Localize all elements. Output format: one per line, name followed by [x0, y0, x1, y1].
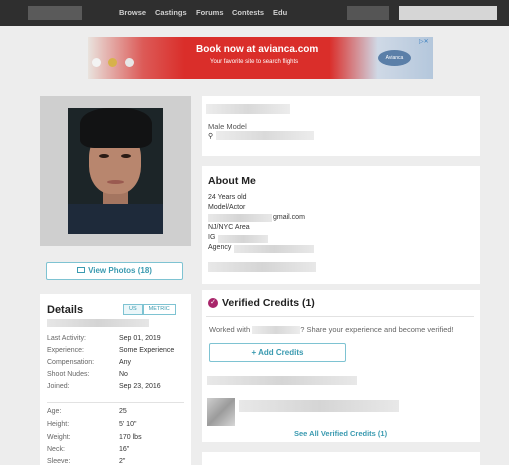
unit-metric-button[interactable]: METRIC: [142, 304, 176, 315]
profile-name-redacted: [206, 104, 290, 114]
view-photos-button[interactable]: View Photos (18): [46, 262, 183, 280]
stat-row: Height: 5' 10": [47, 421, 137, 428]
profile-role: Male Model: [208, 122, 247, 131]
nav-browse[interactable]: Browse: [119, 0, 146, 26]
stat-row: Sleeve: 2": [47, 458, 126, 465]
nav-account-icon[interactable]: [347, 6, 389, 20]
view-photos-label: View Photos (18): [88, 266, 152, 275]
nav-edu[interactable]: Edu: [273, 0, 287, 26]
check-badge-icon: ✓: [208, 298, 218, 308]
detail-row: Experience: Some Experience: [47, 347, 175, 354]
credit-thumbnail[interactable]: [207, 398, 235, 426]
details-title: Details: [47, 304, 84, 316]
about-occupation: Model/Actor: [208, 204, 246, 211]
ad-logo-icon: [108, 58, 118, 67]
ad-banner[interactable]: Book now at avianca.com Your favorite si…: [88, 37, 433, 79]
ad-choices-icon[interactable]: ▷✕: [419, 38, 429, 45]
nav-search-input[interactable]: [399, 6, 497, 20]
ad-subline: Your favorite site to search flights: [210, 59, 299, 65]
redacted-ig: [218, 235, 268, 243]
redacted-credit-title: [239, 400, 399, 412]
redacted-credit: [207, 376, 357, 385]
about-title: About Me: [208, 175, 256, 187]
stat-row: Weight: 170 lbs: [47, 434, 142, 441]
divider: [206, 316, 474, 317]
ad-logo-icon: [124, 58, 134, 67]
profile-photo[interactable]: [68, 108, 163, 234]
nav-contests[interactable]: Contests: [232, 0, 264, 26]
map-pin-icon: ⚲: [208, 133, 214, 140]
ad-brand-badge: Avianca: [378, 50, 411, 66]
add-credits-button[interactable]: + Add Credits: [209, 343, 346, 362]
detail-row: Last Activity: Sep 01, 2019: [47, 335, 161, 342]
ad-logos: [92, 54, 137, 72]
details-card: Details US METRIC Last Activity: Sep 01,…: [40, 294, 191, 465]
ad-logo-icon: [92, 58, 101, 67]
nav-castings[interactable]: Castings: [155, 0, 187, 26]
see-all-credits-link[interactable]: See All Verified Credits (1): [294, 429, 387, 438]
top-nav: Browse Castings Forums Contests Edu: [0, 0, 509, 26]
profile-location-redacted: [216, 131, 314, 140]
detail-row: Compensation: Any: [47, 359, 132, 366]
redacted-text: [47, 319, 149, 327]
credits-prompt: Worked with ? Share your experience and …: [209, 325, 454, 335]
redacted-agency: [234, 245, 314, 253]
redacted-email: [208, 214, 272, 222]
detail-row: Shoot Nudes: No: [47, 371, 128, 378]
next-card: [202, 452, 480, 465]
divider: [47, 402, 184, 403]
credits-title: Verified Credits (1): [222, 297, 315, 309]
nav-forums[interactable]: Forums: [196, 0, 224, 26]
unit-us-button[interactable]: US: [123, 304, 143, 315]
about-email-domain: gmail.com: [273, 214, 305, 221]
about-ig: IG: [208, 234, 216, 241]
site-logo[interactable]: [28, 6, 82, 20]
redacted-name: [252, 326, 301, 335]
ad-headline: Book now at avianca.com: [196, 44, 319, 55]
redacted-line: [208, 262, 316, 272]
about-age: 24 Years old: [208, 194, 247, 201]
credits-card: [202, 290, 480, 442]
image-icon: [77, 266, 86, 273]
stat-row: Neck: 16": [47, 446, 130, 453]
stat-row: Age: 25: [47, 408, 127, 415]
about-area: NJ/NYC Area: [208, 224, 250, 231]
detail-row: Joined: Sep 23, 2016: [47, 383, 161, 390]
about-agency: Agency: [208, 244, 232, 251]
unit-toggle: US METRIC: [123, 304, 176, 315]
